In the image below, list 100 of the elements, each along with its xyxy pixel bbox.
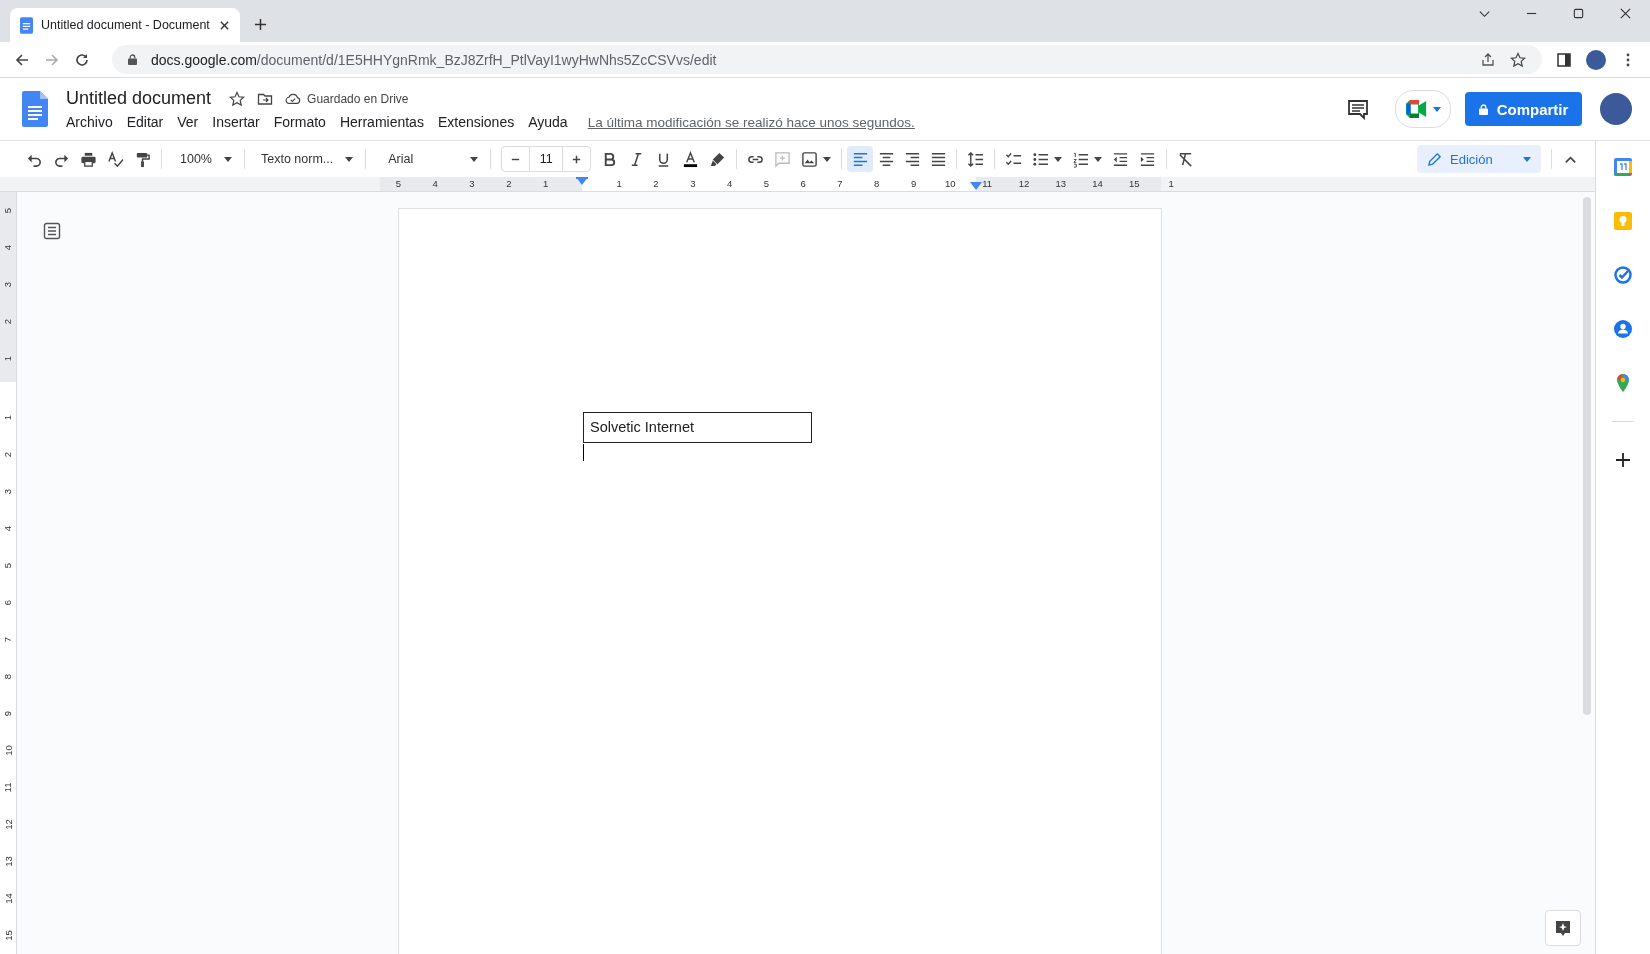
ruler-number: 1	[616, 178, 622, 189]
menu-item[interactable]: Ver	[177, 114, 199, 130]
scrollbar[interactable]	[1583, 197, 1591, 715]
menu-item[interactable]: Ayuda	[528, 114, 568, 130]
side-panel-icon[interactable]	[1556, 51, 1572, 68]
print-icon[interactable]	[80, 150, 97, 168]
share-icon[interactable]	[1480, 51, 1496, 68]
indent-marker-icon[interactable]	[576, 177, 588, 187]
ruler-number: 10	[2, 745, 14, 756]
menu-item[interactable]: Archivo	[66, 114, 113, 130]
document-page[interactable]: Solvetic Internet	[398, 208, 1162, 954]
comment-icon[interactable]	[1347, 98, 1369, 120]
outline-icon[interactable]	[43, 222, 61, 240]
line-spacing-icon[interactable]	[967, 150, 985, 168]
sparkle-icon	[1554, 919, 1572, 937]
ruler-number: 7	[837, 178, 843, 189]
font-dropdown[interactable]: Arial	[376, 152, 481, 166]
document-icon	[20, 16, 33, 34]
ruler-number: 8	[2, 673, 14, 680]
text-color-icon[interactable]	[682, 150, 700, 168]
ruler-number: 13	[2, 856, 14, 867]
ruler-number: 2	[2, 318, 14, 325]
align-button[interactable]	[847, 146, 874, 172]
address-bar[interactable]: docs.google.com/document/d/1E5HHYgnRmk_BzJ8ZrfH_PtlVayI1wyHwNhs5ZcCSVvs/edit	[112, 45, 1542, 74]
zoom-dropdown[interactable]: 100%	[172, 152, 234, 166]
document-title[interactable]: Untitled document	[66, 88, 212, 109]
ruler-number: 8	[874, 178, 880, 189]
reload-icon[interactable]	[74, 51, 90, 68]
menu-item[interactable]: Editar	[126, 114, 164, 130]
paint-roller-icon[interactable]	[134, 150, 151, 168]
maximize-icon[interactable]	[1572, 7, 1585, 20]
docs-logo-icon[interactable]	[22, 91, 48, 127]
checklist-icon[interactable]	[1005, 150, 1023, 168]
pencil-icon	[1427, 151, 1442, 167]
spellcheck-icon[interactable]	[107, 150, 124, 168]
ruler-number: 4	[2, 244, 14, 251]
caret-icon	[1094, 156, 1103, 162]
lock-icon	[1478, 103, 1488, 115]
back-icon[interactable]	[14, 51, 30, 68]
caret-icon	[1432, 106, 1441, 112]
last-edit-link[interactable]: La última modificación se realizó hace unos segundos.	[587, 114, 915, 130]
calendar-icon[interactable]	[1613, 157, 1633, 177]
highlighter-icon[interactable]	[709, 150, 727, 168]
menu-item[interactable]: Herramientas	[339, 114, 424, 130]
ruler-number: 1	[542, 178, 549, 189]
bulleted-list-button[interactable]	[1032, 150, 1063, 168]
url-text: docs.google.com/document/d/1E5HHYgnRmk_BzJ8ZrfH_PtlVayI1wyHwNhs5ZcCSVvs/edit	[151, 51, 717, 68]
avatar-icon[interactable]	[1600, 93, 1632, 125]
ruler-number: 15	[2, 930, 14, 941]
new-tab-icon[interactable]	[254, 18, 267, 31]
ruler-number: 3	[690, 178, 696, 189]
tasks-icon[interactable]	[1613, 265, 1633, 285]
ruler-number: 11	[2, 782, 14, 793]
decrease-indent-icon[interactable]	[1112, 150, 1130, 168]
style-dropdown[interactable]: Texto norm...	[255, 152, 356, 166]
menu-item[interactable]: Formato	[273, 114, 326, 130]
ruler-number: 7	[2, 636, 14, 643]
clear-formatting-icon[interactable]	[1177, 150, 1195, 168]
ruler-number: 10	[945, 178, 956, 189]
star-icon[interactable]	[1510, 51, 1526, 68]
menu-item[interactable]: Insertar	[212, 114, 260, 130]
meet-button[interactable]	[1395, 90, 1451, 128]
ruler-number: 5	[2, 207, 14, 214]
ruler-number: 5	[763, 178, 769, 189]
editing-mode-dropdown[interactable]: Edición	[1417, 145, 1541, 173]
increase-indent-icon[interactable]	[1139, 150, 1157, 168]
caret-icon	[345, 156, 354, 162]
align-left-icon	[851, 150, 869, 168]
ruler-number: 9	[2, 710, 14, 717]
share-button[interactable]: Compartir	[1465, 92, 1582, 126]
insert-image-button[interactable]	[801, 150, 832, 168]
ruler-number: 4	[2, 525, 14, 532]
ruler-number: 6	[2, 599, 14, 606]
ruler-number: 6	[800, 178, 806, 189]
caret-icon	[1054, 156, 1063, 162]
explore-button[interactable]	[1545, 910, 1581, 946]
ruler-number: 2	[506, 178, 512, 189]
ruler-number: 4	[726, 178, 733, 189]
indent-marker-icon[interactable]	[970, 180, 982, 190]
align-center-icon	[877, 150, 895, 168]
numbered-list-button[interactable]	[1072, 150, 1103, 168]
text-cursor	[583, 444, 584, 461]
avatar-icon[interactable]	[1586, 49, 1606, 70]
ruler-number: 1	[2, 355, 14, 362]
ruler-number: 5	[395, 178, 402, 189]
close-icon[interactable]	[1619, 7, 1632, 20]
ruler-number: 14	[1092, 178, 1103, 189]
close-icon[interactable]	[219, 19, 230, 31]
ruler-number: 1	[1168, 178, 1174, 189]
contacts-icon[interactable]	[1613, 319, 1633, 339]
caret-icon	[470, 156, 479, 162]
plus-icon[interactable]	[1613, 450, 1633, 470]
browser-tab[interactable]: Untitled document - Document	[10, 8, 240, 42]
ruler-number: 1	[2, 414, 14, 421]
text-box[interactable]: Solvetic Internet	[583, 412, 812, 443]
ruler-number: 12	[2, 819, 14, 830]
ruler-number: 13	[1055, 178, 1067, 189]
save-status: Guardado en Drive	[307, 91, 409, 106]
menu-item[interactable]: Extensiones	[437, 114, 515, 130]
star-icon[interactable]	[229, 90, 246, 107]
